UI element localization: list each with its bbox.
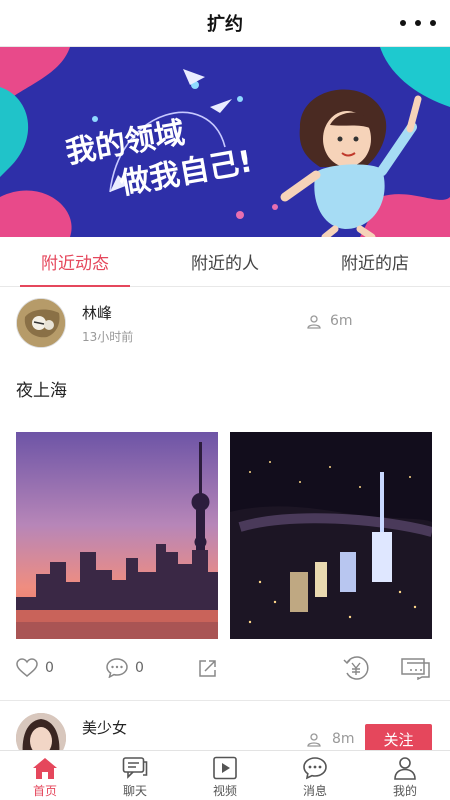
nav-label: 消息 (302, 784, 327, 798)
page-title: 扩约 (207, 14, 243, 35)
app-root: 扩约 我的领域 做我自己! 附近动态 附近的人 附近的店 林峰 13小时前 6m… (0, 0, 450, 800)
post-divider (0, 700, 450, 701)
share-button[interactable] (198, 658, 218, 678)
promo-banner[interactable]: 我的领域 做我自己! (0, 47, 450, 237)
tab-nearby-people[interactable]: 附近的人 (150, 237, 300, 286)
like-button[interactable]: 0 (16, 658, 54, 678)
nav-messages[interactable]: 消息 (270, 751, 360, 800)
post-distance-value: 6m (330, 313, 353, 329)
location-person-icon (307, 315, 321, 329)
share-icon (199, 660, 216, 677)
chat-icon (122, 757, 148, 779)
nav-label: 视频 (212, 784, 237, 798)
nav-profile[interactable]: 我的 (360, 751, 450, 800)
yuan-reward-icon (343, 656, 369, 680)
comment-icon (106, 658, 128, 678)
bottom-nav: 首页 聊天 视频 消息 我的 (0, 750, 450, 800)
post-photo-1[interactable] (16, 432, 218, 639)
message-card-button[interactable] (401, 656, 431, 680)
nav-label: 首页 (32, 784, 57, 798)
post-distance: 6m (306, 313, 353, 330)
location-person-icon (307, 733, 321, 747)
post2-distance-value: 8m (332, 731, 355, 747)
tab-nearby-shops[interactable]: 附近的店 (300, 237, 450, 286)
nav-home[interactable]: 首页 (0, 751, 90, 800)
message-card-icon (401, 658, 430, 680)
post2-username[interactable]: 美少女 (82, 717, 127, 738)
post-username[interactable]: 林峰 (82, 302, 112, 323)
post2-distance: 8m (306, 731, 355, 752)
post-text: 夜上海 (16, 381, 67, 401)
comment-button[interactable]: 0 (106, 658, 144, 678)
feed-tabs: 附近动态 附近的人 附近的店 (0, 237, 450, 287)
avatar[interactable] (16, 298, 66, 348)
post-photo-2[interactable] (230, 432, 432, 639)
nav-chat[interactable]: 聊天 (90, 751, 180, 800)
feed-post: 美少女 8m 关注 (0, 705, 450, 763)
message-icon (303, 757, 327, 780)
tab-nearby-feed[interactable]: 附近动态 (0, 237, 150, 287)
nav-label: 我的 (392, 784, 417, 798)
post-time: 13小时前 (82, 330, 134, 344)
tip-button[interactable] (342, 654, 370, 682)
more-dots-icon[interactable] (400, 12, 436, 34)
banner-illustration: 我的领域 做我自己! (0, 47, 450, 237)
comment-count: 0 (135, 660, 144, 676)
profile-icon (394, 757, 416, 780)
feed-post: 林峰 13小时前 6m 夜上海 0 0 (0, 288, 450, 701)
nav-label: 聊天 (122, 784, 147, 798)
video-icon (213, 756, 237, 780)
heart-icon (16, 658, 38, 677)
nav-video[interactable]: 视频 (180, 751, 270, 800)
like-count: 0 (45, 660, 54, 676)
post-actions: 0 0 (0, 656, 450, 686)
title-bar: 扩约 (0, 0, 450, 47)
home-icon (33, 758, 57, 779)
